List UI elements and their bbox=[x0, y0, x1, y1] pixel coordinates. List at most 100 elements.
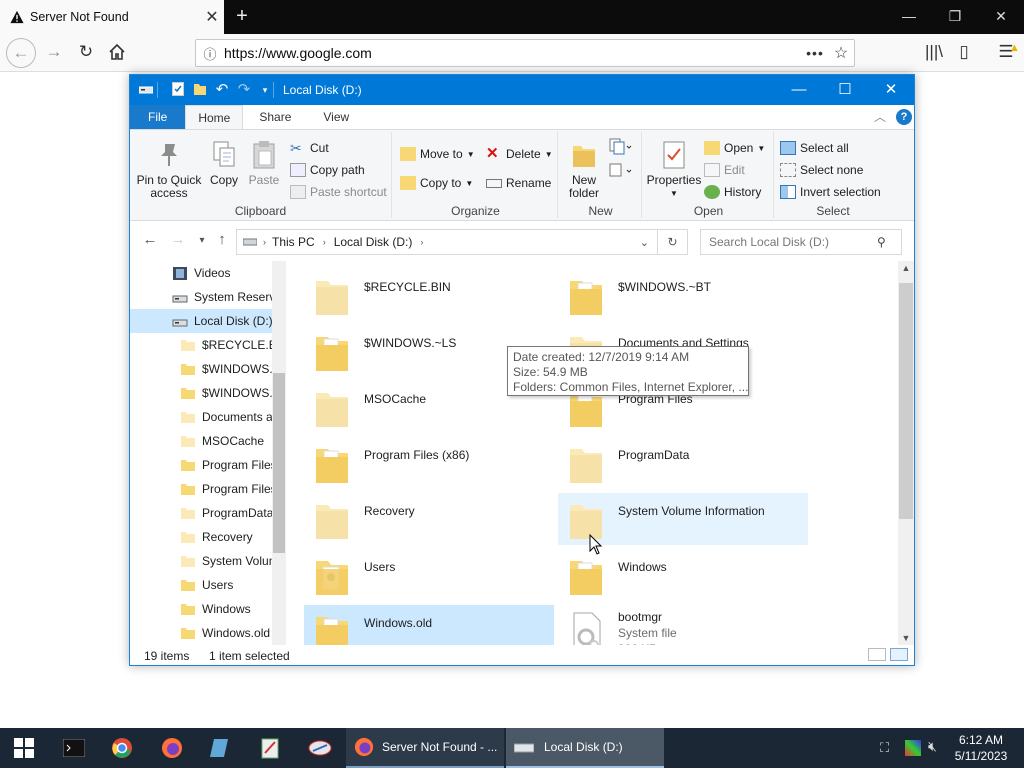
file-item[interactable]: Users bbox=[304, 549, 554, 601]
clock[interactable]: 6:12 AM 5/11/2023 bbox=[946, 732, 1016, 764]
new-tab-button[interactable]: + bbox=[230, 4, 254, 30]
tool-taskbar-icon[interactable] bbox=[296, 728, 344, 768]
file-item[interactable]: $RECYCLE.BIN bbox=[304, 269, 554, 321]
explorer-close-button[interactable]: ✕ bbox=[868, 75, 914, 105]
file-item[interactable]: $WINDOWS.~BT bbox=[558, 269, 808, 321]
nav-item[interactable]: Windows.old bbox=[130, 621, 272, 645]
start-button[interactable] bbox=[0, 728, 48, 768]
easy-access-icon[interactable] bbox=[608, 162, 632, 180]
editor-taskbar-icon[interactable] bbox=[246, 728, 294, 768]
reload-button[interactable]: ↻ bbox=[72, 38, 100, 66]
nav-item[interactable]: Program Files bbox=[130, 453, 272, 477]
minimize-button[interactable]: — bbox=[886, 0, 932, 34]
properties-button[interactable]: Properties ▼ bbox=[646, 140, 702, 200]
close-window-button[interactable]: ✕ bbox=[978, 0, 1024, 34]
large-icons-view-icon[interactable] bbox=[890, 648, 908, 661]
app-taskbar-icon[interactable] bbox=[196, 728, 244, 768]
back-button[interactable]: ← bbox=[6, 38, 36, 68]
pin-quick-access-button[interactable]: Pin to Quick access bbox=[136, 140, 202, 200]
tab-server-not-found[interactable]: Server Not Found ✕ bbox=[0, 0, 224, 34]
url-text[interactable]: https://www.google.com bbox=[224, 45, 802, 61]
taskbar-app-explorer[interactable]: Local Disk (D:) bbox=[506, 728, 664, 768]
invert-selection-button[interactable]: Invert selection bbox=[780, 182, 881, 202]
nav-item[interactable]: Recovery bbox=[130, 525, 272, 549]
recent-locations-icon[interactable]: ▾ bbox=[192, 235, 212, 246]
copy-path-button[interactable]: Copy path bbox=[290, 160, 365, 180]
nav-item[interactable]: Videos bbox=[130, 261, 272, 285]
menu-icon[interactable]: ☰ ▲ bbox=[992, 38, 1020, 66]
file-item[interactable]: Program Files (x86) bbox=[304, 437, 554, 489]
terminal-taskbar-icon[interactable] bbox=[50, 728, 98, 768]
nav-item[interactable]: $WINDOWS.~BT bbox=[130, 357, 272, 381]
back-arrow-icon[interactable]: ← bbox=[140, 231, 160, 248]
paste-shortcut-button[interactable]: Paste shortcut bbox=[290, 182, 387, 202]
chrome-taskbar-icon[interactable] bbox=[98, 728, 146, 768]
nav-item[interactable]: Program Files (x86) bbox=[130, 477, 272, 501]
nav-item[interactable]: Local Disk (D:) bbox=[130, 309, 272, 333]
copy-button[interactable]: Copy bbox=[206, 140, 242, 187]
nav-item[interactable]: Documents and Settings bbox=[130, 405, 272, 429]
firefox-taskbar-icon[interactable] bbox=[148, 728, 196, 768]
nav-item[interactable]: ProgramData bbox=[130, 501, 272, 525]
url-bar[interactable]: ⓘ https://www.google.com ••• ☆ bbox=[195, 39, 855, 67]
sidebar-icon[interactable]: ▯ bbox=[950, 38, 978, 66]
nav-scrollbar-thumb[interactable] bbox=[273, 373, 285, 553]
home-button[interactable] bbox=[103, 38, 131, 66]
address-bar[interactable]: › This PC › Local Disk (D:) › ⌄ bbox=[236, 229, 658, 255]
tab-view[interactable]: View bbox=[307, 105, 365, 129]
nav-item[interactable]: MSOCache bbox=[130, 429, 272, 453]
refresh-button[interactable]: ↻ bbox=[658, 229, 688, 255]
nav-item[interactable]: $WINDOWS.~LS bbox=[130, 381, 272, 405]
history-button[interactable]: History bbox=[704, 182, 761, 202]
explorer-maximize-button[interactable]: ☐ bbox=[822, 75, 868, 105]
collapse-ribbon-icon[interactable]: ︿ bbox=[874, 108, 886, 125]
new-folder-button[interactable]: New folder bbox=[564, 140, 604, 200]
forward-arrow-icon[interactable]: → bbox=[168, 231, 188, 248]
new-folder-qa-icon[interactable] bbox=[192, 82, 208, 98]
open-button[interactable]: Open ▼ bbox=[704, 138, 765, 158]
explorer-minimize-button[interactable]: — bbox=[776, 75, 822, 105]
crumb-this-pc[interactable]: This PC bbox=[272, 235, 315, 249]
select-all-button[interactable]: Select all bbox=[780, 138, 849, 158]
file-item[interactable]: Recovery bbox=[304, 493, 554, 545]
volume-muted-icon[interactable]: 🔇︎ bbox=[928, 738, 937, 755]
library-icon[interactable]: |||\ bbox=[920, 38, 948, 66]
bookmark-star-icon[interactable]: ☆ bbox=[828, 43, 854, 63]
up-arrow-icon[interactable]: ↑ bbox=[212, 231, 232, 248]
delete-button[interactable]: ✕ Delete ▼ bbox=[486, 144, 553, 164]
redo-icon[interactable]: ↷ bbox=[236, 82, 252, 98]
details-view-icon[interactable] bbox=[868, 648, 886, 661]
properties-qa-icon[interactable] bbox=[170, 82, 186, 98]
close-tab-icon[interactable]: ✕ bbox=[200, 7, 224, 27]
help-icon[interactable]: ? bbox=[896, 109, 912, 125]
rename-button[interactable]: Rename bbox=[486, 173, 551, 193]
nav-item[interactable]: $RECYCLE.BIN bbox=[130, 333, 272, 357]
customize-qa-icon[interactable]: ▾ bbox=[257, 82, 273, 98]
edit-button[interactable]: Edit bbox=[704, 160, 745, 180]
file-item[interactable]: ProgramData bbox=[558, 437, 808, 489]
tab-home[interactable]: Home bbox=[185, 105, 244, 129]
address-dropdown-icon[interactable]: ⌄ bbox=[640, 236, 649, 249]
nav-item[interactable]: Users bbox=[130, 573, 272, 597]
page-actions-icon[interactable]: ••• bbox=[802, 45, 828, 61]
new-item-icon[interactable] bbox=[608, 138, 632, 156]
cut-button[interactable]: ✂ Cut bbox=[290, 138, 329, 158]
paste-button[interactable]: Paste bbox=[246, 140, 282, 187]
undo-icon[interactable]: ↶ bbox=[214, 82, 230, 98]
content-scrollbar-thumb[interactable] bbox=[899, 283, 913, 519]
select-none-button[interactable]: Select none bbox=[780, 160, 863, 180]
copy-to-button[interactable]: Copy to ▼ bbox=[400, 173, 473, 193]
tab-share[interactable]: Share bbox=[243, 105, 307, 129]
info-icon[interactable]: ⓘ bbox=[196, 44, 224, 63]
move-to-button[interactable]: Move to ▼ bbox=[400, 144, 475, 164]
taskbar-app-firefox[interactable]: Server Not Found - ... bbox=[346, 728, 504, 768]
nav-item[interactable]: System Volume Information bbox=[130, 549, 272, 573]
crumb-local-disk[interactable]: Local Disk (D:) bbox=[334, 235, 413, 249]
file-item[interactable]: Windows.old bbox=[304, 605, 554, 645]
restore-button[interactable]: ❐ bbox=[932, 0, 978, 34]
forward-button[interactable]: → bbox=[40, 38, 68, 66]
tab-file[interactable]: File bbox=[130, 105, 186, 129]
file-item[interactable]: bootmgrSystem file398 KB bbox=[558, 605, 808, 645]
nav-item[interactable]: Windows bbox=[130, 597, 272, 621]
network-icon[interactable]: ⛶ bbox=[880, 740, 896, 756]
